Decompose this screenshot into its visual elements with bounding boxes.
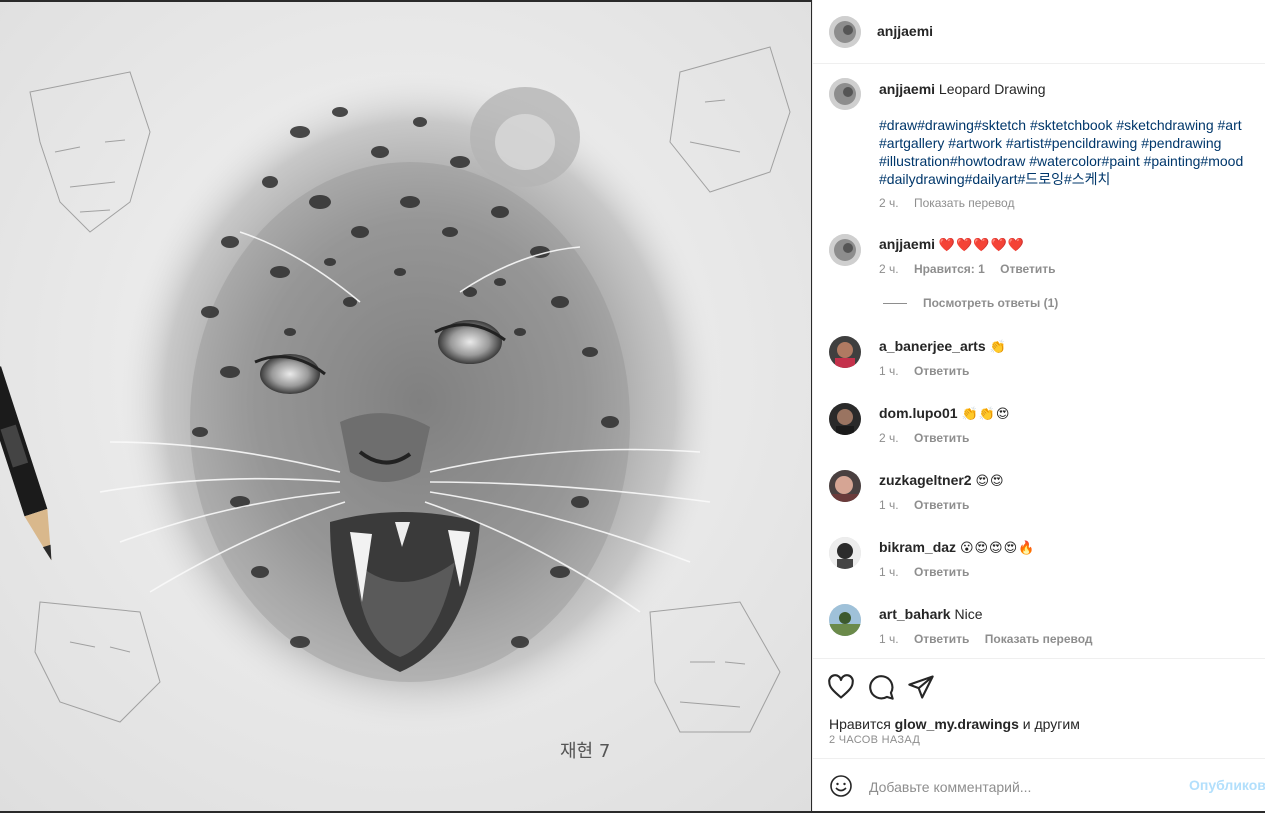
view-replies-button[interactable]: Посмотреть ответы (1) bbox=[883, 296, 1058, 310]
reply-button[interactable]: Ответить bbox=[914, 632, 969, 646]
comment-time[interactable]: 1 ч. bbox=[879, 565, 899, 579]
comment-avatar[interactable] bbox=[829, 403, 861, 435]
likes-summary: Нравится glow_my.drawings и другим bbox=[829, 716, 1080, 732]
comment-username[interactable]: a_banerjee_arts bbox=[879, 338, 986, 354]
reply-button[interactable]: Ответить bbox=[914, 498, 969, 512]
comment-time[interactable]: 1 ч. bbox=[879, 498, 899, 512]
reply-button[interactable]: Ответить bbox=[914, 565, 969, 579]
reply-button[interactable]: Ответить bbox=[914, 364, 969, 378]
comment-avatar[interactable] bbox=[829, 234, 861, 266]
hashtag-line[interactable]: #dailydrawing#dailyart#드로잉#스케치 bbox=[879, 170, 1261, 188]
comment-username[interactable]: bikram_daz bbox=[879, 539, 956, 555]
likes-username[interactable]: glow_my.drawings bbox=[895, 716, 1019, 732]
caption-username[interactable]: anjjaemi bbox=[879, 81, 935, 97]
comment-icon[interactable] bbox=[867, 673, 895, 701]
add-comment-bar: Опубликовать bbox=[813, 758, 1265, 812]
comment-time[interactable]: 1 ч. bbox=[879, 632, 899, 646]
translate-button[interactable]: Показать перевод bbox=[985, 632, 1093, 646]
post-actions: Нравится glow_my.drawings и другим 2 ЧАС… bbox=[813, 658, 1265, 759]
hashtag-line[interactable]: #draw#drawing#sktetch #sktetchbook #sket… bbox=[879, 116, 1261, 134]
image-signature: 재현 7 bbox=[560, 741, 610, 762]
comment-username[interactable]: dom.lupo01 bbox=[879, 405, 958, 421]
caption-translate-button[interactable]: Показать перевод bbox=[914, 196, 1015, 210]
emoji-icon[interactable] bbox=[829, 774, 853, 798]
view-replies-line bbox=[883, 303, 907, 305]
comment-text: ❤️❤️❤️❤️❤️ bbox=[938, 237, 1025, 252]
publish-button[interactable]: Опубликовать bbox=[1189, 777, 1265, 793]
comment-avatar[interactable] bbox=[829, 537, 861, 569]
author-avatar[interactable] bbox=[829, 16, 861, 48]
likes-prefix: Нравится bbox=[829, 716, 891, 732]
reply-button[interactable]: Ответить bbox=[914, 431, 969, 445]
comment-text: 😮😍😍😍🔥 bbox=[959, 540, 1036, 555]
paper-plane-icon[interactable] bbox=[907, 673, 935, 701]
comment-avatar[interactable] bbox=[829, 470, 861, 502]
caption-text: Leopard Drawing bbox=[938, 81, 1046, 97]
comments-list: anjjaemi Leopard Drawing #draw#drawing#s… bbox=[813, 64, 1265, 658]
comment-likes-count[interactable]: Нравится: 1 bbox=[914, 262, 985, 276]
caption-hashtags: #draw#drawing#sktetch #sktetchbook #sket… bbox=[879, 116, 1261, 188]
heart-icon[interactable] bbox=[827, 673, 855, 701]
comment-time[interactable]: 2 ч. bbox=[879, 262, 899, 276]
comment-time[interactable]: 2 ч. bbox=[879, 431, 899, 445]
post-sidebar: anjjaemi anjjaemi Leopard Drawing #draw#… bbox=[812, 0, 1265, 811]
comment-time[interactable]: 1 ч. bbox=[879, 364, 899, 378]
comment-text: Nice bbox=[954, 606, 983, 622]
post-image[interactable]: 재현 7 bbox=[0, 2, 811, 811]
comment-avatar[interactable] bbox=[829, 336, 861, 368]
hashtag-line[interactable]: #illustration#howtodraw #watercolor#pain… bbox=[879, 152, 1261, 170]
comment-username[interactable]: art_bahark bbox=[879, 606, 951, 622]
comment-text: 😍😍 bbox=[975, 473, 1005, 488]
post-timestamp[interactable]: 2 ЧАСОВ НАЗАД bbox=[829, 734, 920, 746]
comment-input[interactable] bbox=[867, 774, 1171, 800]
comment-text: 👏👏😍 bbox=[961, 406, 1011, 421]
comment-text: 👏 bbox=[989, 339, 1007, 354]
post-header: anjjaemi bbox=[813, 0, 1265, 64]
caption-avatar[interactable] bbox=[829, 78, 861, 110]
caption-time[interactable]: 2 ч. bbox=[879, 196, 899, 210]
comment-avatar[interactable] bbox=[829, 604, 861, 636]
likes-suffix[interactable]: и другим bbox=[1023, 716, 1080, 732]
author-username[interactable]: anjjaemi bbox=[877, 23, 933, 39]
hashtag-line[interactable]: #artgallery #artwork #artist#pencildrawi… bbox=[879, 134, 1261, 152]
post-modal: 재현 7 anjjaemi anjjaemi Leopard Drawing #… bbox=[0, 0, 1265, 813]
reply-button[interactable]: Ответить bbox=[1000, 262, 1055, 276]
comment-username[interactable]: zuzkageltner2 bbox=[879, 472, 972, 488]
leopard-drawing-image: 재현 7 bbox=[0, 2, 811, 811]
view-replies-label: Посмотреть ответы (1) bbox=[923, 296, 1059, 310]
comment-username[interactable]: anjjaemi bbox=[879, 236, 935, 252]
